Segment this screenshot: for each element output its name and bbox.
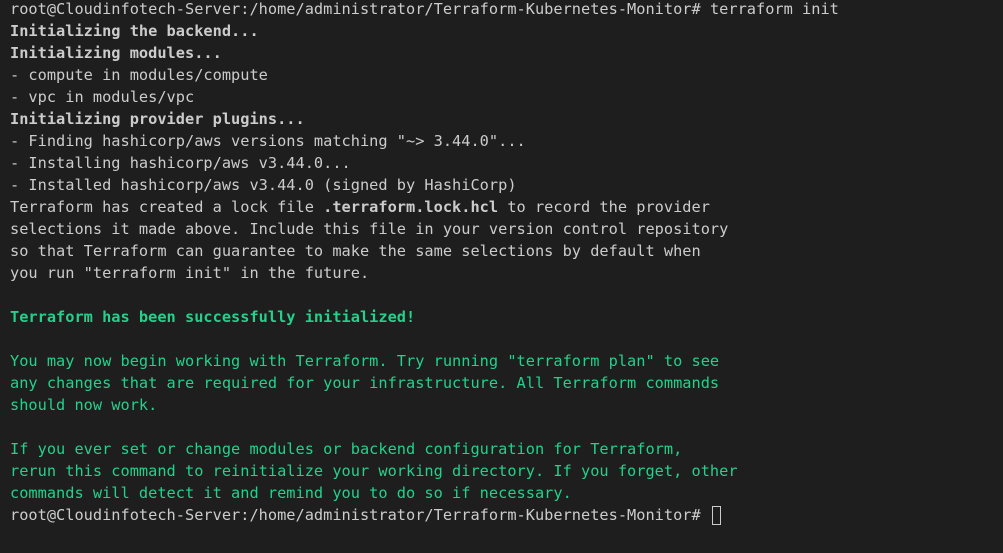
output-begin-line-3: should now work.: [10, 396, 158, 414]
lock-text-post: to record the provider: [498, 198, 710, 216]
output-rerun-line-1: If you ever set or change modules or bac…: [10, 440, 683, 458]
output-lock-line-1: Terraform has created a lock file .terra…: [10, 196, 710, 218]
lock-file-name: .terraform.lock.hcl: [323, 198, 499, 216]
command-line: root@Cloudinfotech-Server:/home/administ…: [10, 0, 839, 20]
output-rerun-line-3: commands will detect it and remind you t…: [10, 484, 572, 502]
output-installed-provider: - Installed hashicorp/aws v3.44.0 (signe…: [10, 176, 517, 194]
output-init-plugins: Initializing provider plugins...: [10, 110, 305, 128]
output-begin-line-1: You may now begin working with Terraform…: [10, 352, 720, 370]
output-lock-line-4: you run "terraform init" in the future.: [10, 264, 370, 282]
output-init-modules: Initializing modules...: [10, 44, 222, 62]
output-finding-provider: - Finding hashicorp/aws versions matchin…: [10, 132, 526, 150]
output-begin-line-2: any changes that are required for your i…: [10, 374, 720, 392]
lock-text-pre: Terraform has created a lock file: [10, 198, 324, 216]
command-text: terraform init: [709, 0, 839, 18]
output-module-compute: - compute in modules/compute: [10, 66, 268, 84]
output-init-backend: Initializing the backend...: [10, 22, 259, 40]
output-module-vpc: - vpc in modules/vpc: [10, 88, 195, 106]
terminal-cursor[interactable]: [711, 506, 721, 525]
output-lock-line-3: so that Terraform can guarantee to make …: [10, 242, 701, 260]
final-prompt-line[interactable]: root@Cloudinfotech-Server:/home/administ…: [10, 504, 721, 526]
shell-prompt: root@Cloudinfotech-Server:/home/administ…: [10, 0, 701, 18]
output-success-message: Terraform has been successfully initiali…: [10, 308, 416, 326]
output-installing-provider: - Installing hashicorp/aws v3.44.0...: [10, 154, 351, 172]
output-rerun-line-2: rerun this command to reinitialize your …: [10, 462, 738, 480]
terminal-window[interactable]: root@Cloudinfotech-Server:/home/administ…: [0, 0, 1003, 553]
output-lock-line-2: selections it made above. Include this f…: [10, 220, 729, 238]
shell-prompt-final: root@Cloudinfotech-Server:/home/administ…: [10, 506, 701, 524]
